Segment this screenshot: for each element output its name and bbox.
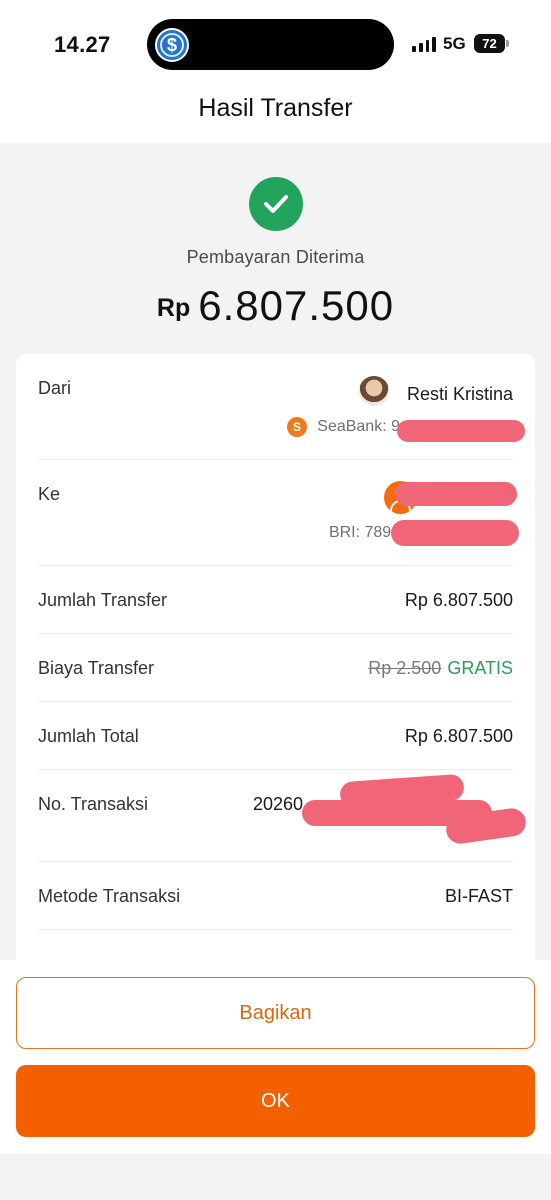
transaction-method-value: BI-FAST (444, 886, 513, 906)
header: Hasil Transfer (0, 90, 551, 143)
free-badge: GRATIS (447, 658, 513, 678)
transfer-fee-row: Biaya Transfer Rp 2.500 GRATIS (38, 634, 513, 702)
status-time: 14.27 (54, 32, 111, 57)
amount-value: 6.807.500 (198, 282, 395, 329)
transfer-fee-label: Biaya Transfer (38, 658, 155, 678)
success-check-icon (249, 177, 303, 231)
transaction-number-row: No. Transaksi 20260 (38, 770, 528, 862)
transfer-fee-value: Rp 2.500 GRATIS (368, 658, 513, 679)
dynamic-island: $ (147, 19, 394, 70)
transaction-method-label: Metode Transaksi (38, 886, 181, 906)
amount-currency: Rp (156, 294, 191, 322)
sender-name: Resti Kristina (406, 384, 513, 404)
transaction-details-card: Dari Resti Kristina S SeaBank: 9 Ke BRI:… (16, 354, 535, 974)
battery-icon: 72 (474, 34, 509, 53)
seabank-icon: S (287, 417, 307, 437)
transaction-method-row: Metode Transaksi BI-FAST (38, 862, 513, 930)
redaction-mark (397, 420, 525, 442)
ok-button[interactable]: OK (16, 1065, 535, 1137)
original-fee: Rp 2.500 (368, 658, 442, 678)
transaction-number-label: No. Transaksi (38, 794, 149, 814)
battery-level: 72 (474, 34, 505, 53)
usdc-app-icon: $ (155, 28, 189, 62)
page-title: Hasil Transfer (198, 94, 353, 122)
from-row: Dari Resti Kristina S SeaBank: 9 (38, 354, 525, 460)
redaction-mark (391, 520, 519, 546)
redaction-mark (395, 482, 517, 506)
transfer-amount-label: Jumlah Transfer (38, 590, 168, 610)
share-button[interactable]: Bagikan (16, 977, 535, 1049)
payment-status: Pembayaran Diterima (186, 247, 365, 267)
bottom-action-bar: Bagikan OK (0, 960, 551, 1154)
transaction-number-value: 20260 (252, 794, 303, 814)
transfer-amount-row: Jumlah Transfer Rp 6.807.500 (38, 566, 513, 634)
total-label: Jumlah Total (38, 726, 139, 746)
to-label: Ke (38, 484, 61, 504)
transfer-amount-value: Rp 6.807.500 (404, 590, 513, 610)
status-bar: 14.27 $ 5G 72 (0, 0, 551, 90)
signal-icon (412, 36, 436, 52)
network-type: 5G (443, 34, 466, 53)
from-label: Dari (38, 378, 72, 398)
total-value: Rp 6.807.500 (404, 726, 513, 746)
total-row: Jumlah Total Rp 6.807.500 (38, 702, 513, 770)
sender-avatar (359, 376, 389, 406)
payment-amount: Rp 6.807.500 (0, 282, 551, 330)
sender-account: SeaBank: 9 (317, 418, 400, 435)
to-row: Ke BRI: 78910 (38, 460, 519, 566)
